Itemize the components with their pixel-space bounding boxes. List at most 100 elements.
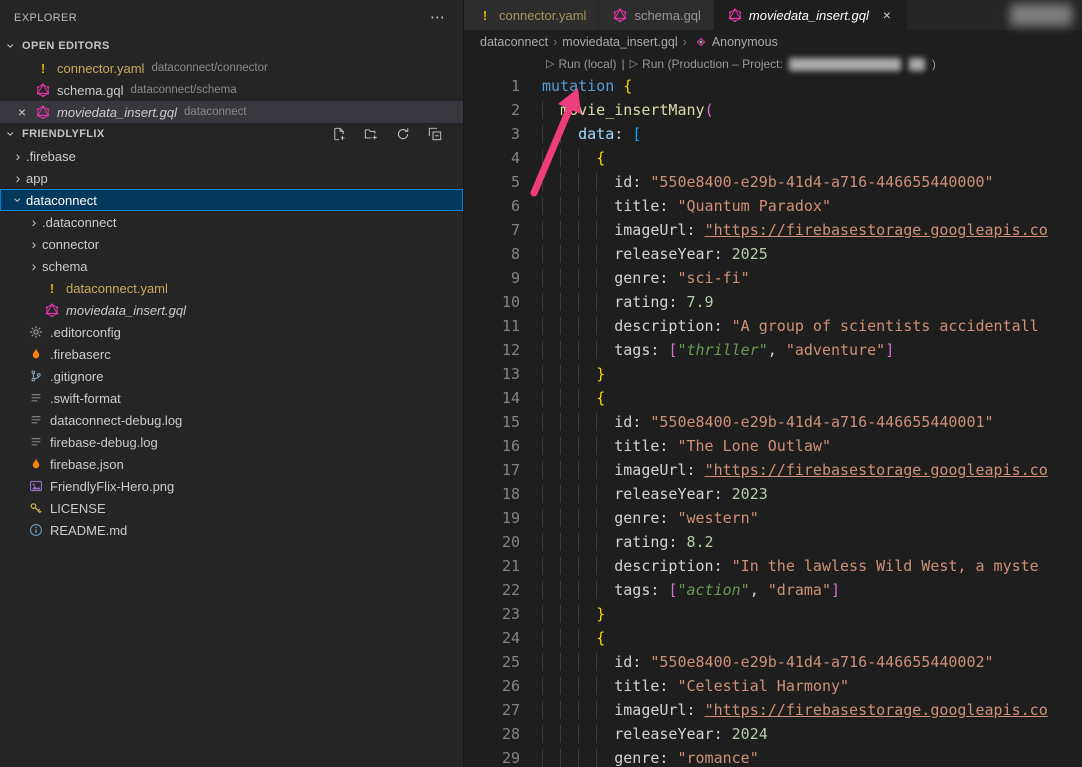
close-icon[interactable]: ×	[14, 105, 30, 119]
run-production-button[interactable]: ▷ Run (Production – Project: )	[630, 57, 936, 71]
file-name: moviedata_insert.gql	[66, 303, 186, 318]
line-number: 2	[464, 98, 542, 122]
collapse-all-icon[interactable]	[426, 126, 444, 142]
file-name: firebase.json	[50, 457, 124, 472]
close-icon[interactable]: ×	[879, 8, 895, 22]
folder-connector[interactable]: connector	[0, 233, 463, 255]
code-line-27[interactable]: 27 imageUrl: "https://firebasestorage.go…	[464, 698, 1082, 722]
file-name: README.md	[50, 523, 127, 538]
tab-schema.gql[interactable]: schema.gql	[599, 0, 713, 30]
file-.editorconfig[interactable]: .editorconfig	[0, 321, 463, 343]
code-line-26[interactable]: 26 title: "Celestial Harmony"	[464, 674, 1082, 698]
code-line-21[interactable]: 21 description: "In the lawless Wild Wes…	[464, 554, 1082, 578]
redacted-project-suffix	[909, 58, 925, 71]
chevron-right-icon	[10, 171, 26, 186]
new-file-icon[interactable]	[330, 126, 348, 142]
code-line-13[interactable]: 13 }	[464, 362, 1082, 386]
code-line-11[interactable]: 11 description: "A group of scientists a…	[464, 314, 1082, 338]
workspace-label: FRIENDLYFLIX	[22, 128, 105, 140]
lines-icon	[27, 390, 45, 406]
file-LICENSE[interactable]: LICENSE	[0, 497, 463, 519]
code-line-7[interactable]: 7 imageUrl: "https://firebasestorage.goo…	[464, 218, 1082, 242]
code-line-17[interactable]: 17 imageUrl: "https://firebasestorage.go…	[464, 458, 1082, 482]
new-folder-icon[interactable]	[362, 126, 380, 142]
file-.firebaserc[interactable]: .firebaserc	[0, 343, 463, 365]
workspace-header[interactable]: FRIENDLYFLIX	[0, 123, 463, 145]
folder-name: connector	[42, 237, 99, 252]
line-number: 8	[464, 242, 542, 266]
file-.swift-format[interactable]: .swift-format	[0, 387, 463, 409]
code-line-18[interactable]: 18 releaseYear: 2023	[464, 482, 1082, 506]
open-editor-schema.gql[interactable]: schema.gqldataconnect/schema	[0, 79, 463, 101]
breadcrumb-item[interactable]: moviedata_insert.gql	[562, 35, 677, 49]
file-name: schema.gql	[57, 83, 123, 98]
file-README.md[interactable]: README.md	[0, 519, 463, 541]
lines-icon	[27, 412, 45, 428]
file-name: connector.yaml	[57, 61, 144, 76]
line-number: 23	[464, 602, 542, 626]
breadcrumb-item[interactable]: Anonymous	[712, 35, 778, 49]
code-line-1[interactable]: 1mutation {	[464, 74, 1082, 98]
code-line-5[interactable]: 5 id: "550e8400-e29b-41d4-a716-446655440…	[464, 170, 1082, 194]
code-line-23[interactable]: 23 }	[464, 602, 1082, 626]
run-local-button[interactable]: ▷ Run (local)	[546, 57, 617, 71]
file-firebase.json[interactable]: firebase.json	[0, 453, 463, 475]
code-line-28[interactable]: 28 releaseYear: 2024	[464, 722, 1082, 746]
open-editors-header[interactable]: OPEN EDITORS	[0, 35, 463, 57]
refresh-icon[interactable]	[394, 126, 412, 142]
code-line-2[interactable]: 2 movie_insertMany(	[464, 98, 1082, 122]
code-line-12[interactable]: 12 tags: ["thriller", "adventure"]	[464, 338, 1082, 362]
file-name: moviedata_insert.gql	[57, 105, 177, 120]
file-moviedata_insert.gql[interactable]: moviedata_insert.gql	[0, 299, 463, 321]
code-line-10[interactable]: 10 rating: 7.9	[464, 290, 1082, 314]
tab-connector.yaml[interactable]: !connector.yaml	[464, 0, 599, 30]
folder-app[interactable]: app	[0, 167, 463, 189]
file-path: dataconnect/connector	[151, 62, 267, 74]
line-number: 21	[464, 554, 542, 578]
folder-schema[interactable]: schema	[0, 255, 463, 277]
firebase-icon	[27, 456, 45, 472]
code-line-22[interactable]: 22 tags: ["action", "drama"]	[464, 578, 1082, 602]
file-dataconnect-debug.log[interactable]: dataconnect-debug.log	[0, 409, 463, 431]
graphql-icon	[726, 7, 744, 23]
folder-.firebase[interactable]: .firebase	[0, 145, 463, 167]
yaml-warning-icon: !	[43, 280, 61, 296]
folder-.dataconnect[interactable]: .dataconnect	[0, 211, 463, 233]
file-FriendlyFlix-Hero.png[interactable]: FriendlyFlix-Hero.png	[0, 475, 463, 497]
code-line-19[interactable]: 19 genre: "western"	[464, 506, 1082, 530]
code-line-9[interactable]: 9 genre: "sci-fi"	[464, 266, 1082, 290]
code-line-8[interactable]: 8 releaseYear: 2025	[464, 242, 1082, 266]
folder-name: schema	[42, 259, 88, 274]
run-production-label: Run (Production – Project:	[642, 57, 783, 71]
line-number: 20	[464, 530, 542, 554]
code-line-16[interactable]: 16 title: "The Lone Outlaw"	[464, 434, 1082, 458]
code-line-3[interactable]: 3 data: [	[464, 122, 1082, 146]
file-dataconnect.yaml[interactable]: !dataconnect.yaml	[0, 277, 463, 299]
open-editor-connector.yaml[interactable]: !connector.yamldataconnect/connector	[0, 57, 463, 79]
file-firebase-debug.log[interactable]: firebase-debug.log	[0, 431, 463, 453]
line-number: 15	[464, 410, 542, 434]
folder-dataconnect[interactable]: dataconnect	[0, 189, 463, 211]
line-number: 1	[464, 74, 542, 98]
code-line-15[interactable]: 15 id: "550e8400-e29b-41d4-a716-44665544…	[464, 410, 1082, 434]
tab-moviedata_insert.gql[interactable]: moviedata_insert.gql×	[714, 0, 908, 30]
code-line-24[interactable]: 24 {	[464, 626, 1082, 650]
line-number: 5	[464, 170, 542, 194]
code-line-14[interactable]: 14 {	[464, 386, 1082, 410]
line-number: 6	[464, 194, 542, 218]
code-line-29[interactable]: 29 genre: "romance"	[464, 746, 1082, 767]
explorer-header: EXPLORER ⋯	[0, 0, 463, 35]
code-line-4[interactable]: 4 {	[464, 146, 1082, 170]
code-line-25[interactable]: 25 id: "550e8400-e29b-41d4-a716-44665544…	[464, 650, 1082, 674]
code-line-6[interactable]: 6 title: "Quantum Paradox"	[464, 194, 1082, 218]
breadcrumb: dataconnect›moviedata_insert.gql›Anonymo…	[464, 30, 1082, 54]
more-actions-icon[interactable]: ⋯	[430, 10, 445, 25]
code-line-20[interactable]: 20 rating: 8.2	[464, 530, 1082, 554]
breadcrumb-item[interactable]: dataconnect	[480, 35, 548, 49]
graphql-icon	[43, 302, 61, 318]
open-editor-moviedata_insert.gql[interactable]: ×moviedata_insert.gqldataconnect	[0, 101, 463, 123]
line-number: 22	[464, 578, 542, 602]
editor-area: !connector.yamlschema.gqlmoviedata_inser…	[464, 0, 1082, 767]
file-.gitignore[interactable]: .gitignore	[0, 365, 463, 387]
file-name: dataconnect-debug.log	[50, 413, 182, 428]
